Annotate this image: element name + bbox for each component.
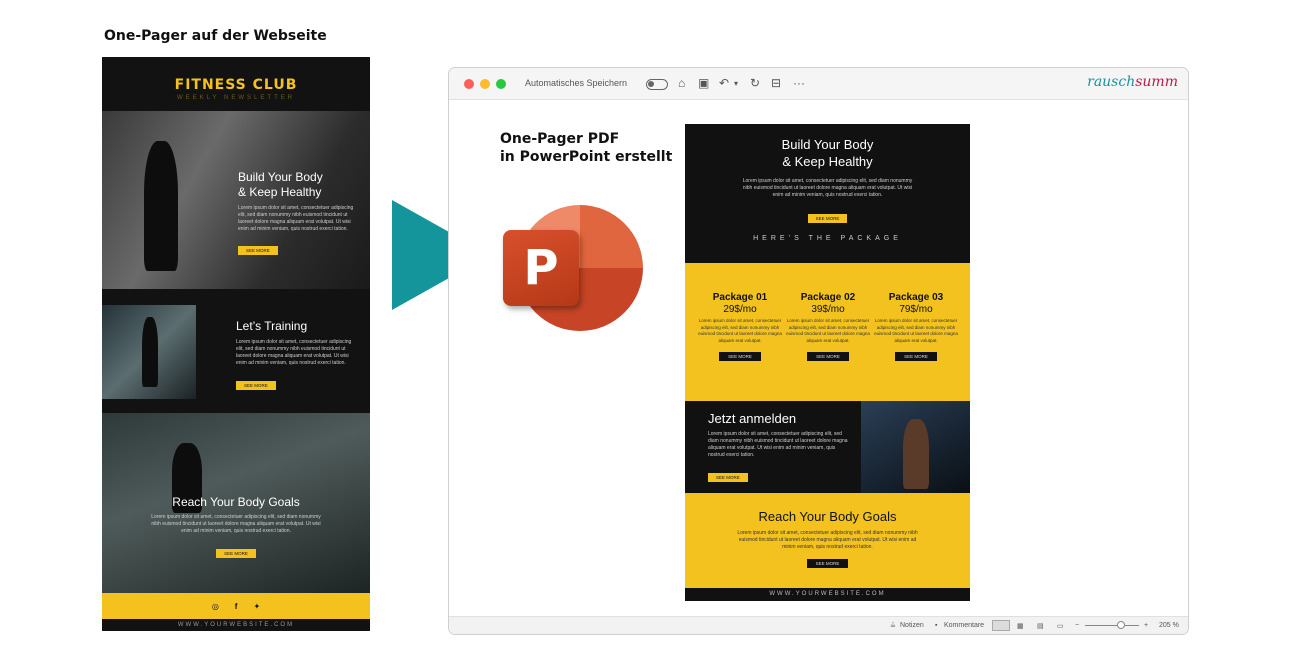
rauschsumm-logo: rauschsumm: [1087, 74, 1178, 90]
normal-view-icon[interactable]: [992, 620, 1010, 631]
hero-title-2: & Keep Healthy: [238, 185, 322, 199]
package-02-lorem: Lorem ipsum dolor sit amet, consectetuer…: [786, 318, 870, 343]
woman-silhouette: [144, 141, 178, 271]
package-02-name: Package 02: [800, 292, 856, 303]
pdf-package-03: Package 03 79$/mo Lorem ipsum dolor sit …: [871, 292, 961, 363]
pdf-signup-see-more-button[interactable]: SEE MORE: [708, 473, 748, 482]
zoom-slider-handle[interactable]: [1117, 621, 1125, 629]
reading-view-icon[interactable]: ▤: [1037, 622, 1044, 630]
powerpoint-letter: P: [503, 230, 579, 306]
pdf-signup-photo: [861, 401, 970, 493]
pdf-website-footer: WWW.YOURWEBSITE.COM: [769, 591, 886, 597]
package-01-see-more-button[interactable]: SEE MORE: [719, 352, 761, 361]
pdf-page: Build Your Body & Keep Healthy Lorem ips…: [685, 124, 970, 601]
pdf-signup-lorem: Lorem ipsum dolor sit amet, consectetuer…: [708, 431, 848, 458]
pdf-package-01: Package 01 29$/mo Lorem ipsum dolor sit …: [695, 292, 785, 363]
pdf-caption-line-1: One-Pager PDF: [500, 131, 620, 147]
logo-part2: summ: [1135, 74, 1178, 90]
zoom-slider[interactable]: [1085, 625, 1139, 626]
pdf-hero-see-more-button[interactable]: SEE MORE: [807, 214, 848, 223]
man-silhouette: [903, 419, 929, 489]
pdf-caption-line-2: in PowerPoint erstellt: [500, 149, 673, 165]
package-03-price: 79$/mo: [899, 304, 933, 315]
website-footer: WWW.YOURWEBSITE.COM: [177, 622, 295, 628]
close-window-icon[interactable]: [464, 79, 474, 89]
zoom-level: 205 %: [1159, 622, 1179, 629]
autosave-label: Automatisches Speichern: [525, 78, 628, 88]
package-02-see-more-button[interactable]: SEE MORE: [807, 352, 849, 361]
training-see-more-button[interactable]: SEE MORE: [236, 381, 276, 390]
pdf-hero-lorem: Lorem ipsum dolor sit amet, consectetuer…: [742, 178, 913, 198]
brand-subtitle: WEEKLY NEWSLETTER: [176, 95, 296, 101]
pdf-hero-title-2: & Keep Healthy: [782, 154, 873, 169]
package-02-price: 39$/mo: [811, 304, 845, 315]
pdf-goals-title: Reach Your Body Goals: [758, 509, 897, 524]
web-one-pager-heading: One-Pager auf der Webseite: [104, 28, 327, 44]
package-03-name: Package 03: [888, 292, 944, 303]
web-header: FITNESS CLUB WEEKLY NEWSLETTER: [102, 57, 370, 111]
package-03-lorem: Lorem ipsum dolor sit amet, consectetuer…: [874, 318, 958, 343]
save-icon[interactable]: ▣: [698, 76, 709, 90]
chevron-down-icon[interactable]: ▾: [734, 79, 738, 88]
pdf-hero-title-1: Build Your Body: [781, 137, 874, 152]
pdf-signup-section: Jetzt anmelden Lorem ipsum dolor sit ame…: [685, 401, 970, 493]
package-01-lorem: Lorem ipsum dolor sit amet, consectetuer…: [698, 318, 782, 343]
status-bar: ≟ Notizen ▪ Kommentare ▦ ▤ ▭ − + 205 %: [449, 616, 1188, 634]
comments-button[interactable]: Kommentare: [944, 622, 984, 629]
notes-icon[interactable]: ≟: [890, 622, 896, 630]
pdf-goals-lorem: Lorem ipsum dolor sit amet, consectetuer…: [737, 530, 918, 550]
training-photo: [102, 305, 196, 399]
web-one-pager: FITNESS CLUB WEEKLY NEWSLETTER Build You…: [102, 57, 370, 631]
package-03-see-more-button[interactable]: SEE MORE: [895, 352, 937, 361]
pdf-package-02: Package 02 39$/mo Lorem ipsum dolor sit …: [783, 292, 873, 363]
pdf-goals-section: Reach Your Body Goals Lorem ipsum dolor …: [685, 493, 970, 588]
notes-button[interactable]: Notizen: [900, 622, 924, 629]
undo-icon[interactable]: ↶: [719, 76, 729, 90]
presenter-view-icon[interactable]: ▭: [1057, 622, 1064, 630]
zoom-window-icon[interactable]: [496, 79, 506, 89]
minimize-window-icon[interactable]: [480, 79, 490, 89]
save-as-icon[interactable]: ⊟: [771, 76, 781, 90]
training-title: Let’s Training: [236, 319, 308, 333]
autosave-toggle[interactable]: [646, 79, 668, 90]
package-01-name: Package 01: [712, 292, 768, 303]
zoom-out-icon[interactable]: −: [1075, 622, 1079, 629]
logo-part1: rausch: [1087, 74, 1136, 90]
trainer-silhouette: [142, 317, 158, 387]
zoom-in-icon[interactable]: +: [1144, 622, 1148, 629]
pdf-package-heading: HERE’S THE PACKAGE: [753, 235, 902, 242]
instagram-icon[interactable]: ◎: [212, 602, 219, 611]
brand-title: FITNESS CLUB: [174, 77, 298, 93]
hero-lorem: Lorem ipsum dolor sit amet, consectetuer…: [238, 205, 354, 232]
hero-see-more-button[interactable]: SEE MORE: [238, 246, 278, 255]
home-icon[interactable]: ⌂: [678, 76, 685, 90]
grid-view-icon[interactable]: ▦: [1017, 622, 1024, 630]
social-bar: ◎ f ✦: [102, 593, 370, 619]
hero-title-1: Build Your Body: [238, 170, 323, 184]
facebook-icon[interactable]: f: [235, 602, 238, 611]
goals-see-more-button[interactable]: SEE MORE: [216, 549, 256, 558]
goals-title: Reach Your Body Goals: [172, 495, 300, 509]
more-icon[interactable]: ···: [793, 76, 805, 90]
pdf-caption: One-Pager PDF in PowerPoint erstellt: [500, 130, 672, 166]
goals-lorem: Lorem ipsum dolor sit amet, consectetuer…: [151, 514, 321, 534]
pdf-signup-title: Jetzt anmelden: [708, 411, 797, 426]
redo-icon[interactable]: ↻: [750, 76, 760, 90]
pdf-goals-see-more-button[interactable]: SEE MORE: [806, 559, 849, 568]
twitter-icon[interactable]: ✦: [253, 602, 260, 611]
training-lorem: Lorem ipsum dolor sit amet, consectetuer…: [236, 339, 352, 366]
package-01-price: 29$/mo: [723, 304, 757, 315]
comments-icon[interactable]: ▪: [935, 622, 937, 629]
title-bar: Automatisches Speichern ⌂ ▣ ↶ ▾ ↻ ⊟ ··· …: [449, 68, 1188, 100]
